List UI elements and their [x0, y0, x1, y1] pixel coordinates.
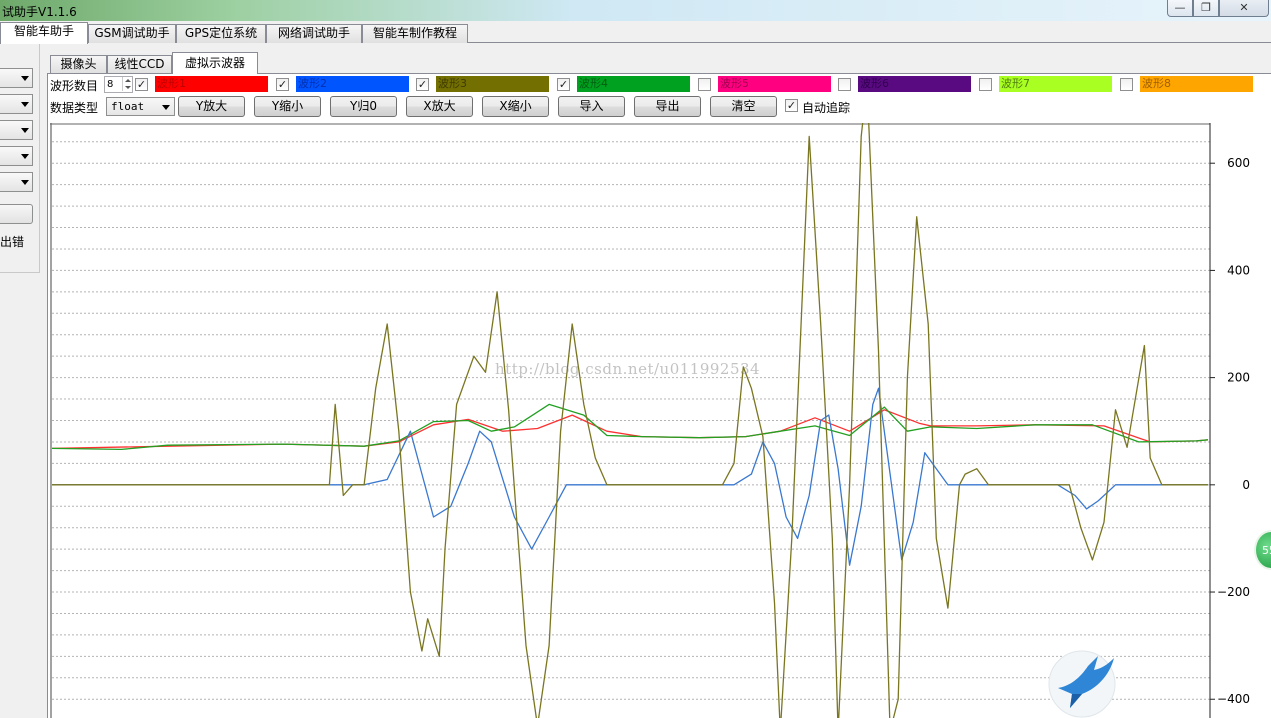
chevron-down-icon: [21, 154, 29, 159]
wave-count-stepper[interactable]: 8: [104, 76, 133, 93]
y-reset-button[interactable]: Y归0: [330, 96, 397, 117]
export-button[interactable]: 导出: [634, 96, 701, 117]
left-select-2[interactable]: [0, 94, 33, 114]
auto-track-checkbox[interactable]: ✓: [785, 99, 798, 112]
clear-button[interactable]: 清空: [710, 96, 777, 117]
oscilloscope-chart[interactable]: 600 400 200 0 −200 −400: [50, 123, 1271, 718]
wave3-label: 波形3: [436, 76, 549, 92]
stepper-down-icon[interactable]: [122, 84, 132, 91]
chevron-down-icon: [21, 76, 29, 81]
chevron-down-icon: [21, 128, 29, 133]
wave8-label: 波形8: [1140, 76, 1253, 92]
y-tick-label: −400: [1217, 692, 1250, 706]
left-select-4[interactable]: [0, 146, 33, 166]
auto-track-label: 自动追踪: [802, 101, 851, 115]
tab-linear-ccd[interactable]: 线性CCD: [107, 55, 172, 73]
watermark-text: http://blog.csdn.net/u011992534: [495, 360, 761, 378]
wave5-checkbox[interactable]: [698, 78, 711, 91]
import-button[interactable]: 导入: [558, 96, 625, 117]
x-zoom-out-button[interactable]: X缩小: [482, 96, 549, 117]
wave5-label: 波形5: [718, 76, 831, 92]
wave6-checkbox[interactable]: [838, 78, 851, 91]
chevron-down-icon: [21, 180, 29, 185]
title-bar: 试助手V1.1.6 — ❐ ✕: [0, 0, 1271, 21]
left-button[interactable]: [0, 204, 33, 224]
wave7-label: 波形7: [999, 76, 1112, 92]
data-type-select[interactable]: float: [106, 97, 175, 116]
left-select-3[interactable]: [0, 120, 33, 140]
tab-network[interactable]: 网络调试助手: [266, 24, 362, 43]
tab-gps[interactable]: GPS定位系统: [176, 24, 266, 43]
x-zoom-in-button[interactable]: X放大: [406, 96, 473, 117]
main-tabbar: 智能车助手 GSM调试助手 GPS定位系统 网络调试助手 智能车制作教程: [0, 22, 1271, 44]
stepper-up-icon[interactable]: [122, 77, 132, 84]
tab-tutorial[interactable]: 智能车制作教程: [362, 24, 468, 43]
wave1-checkbox[interactable]: ✓: [135, 78, 148, 91]
tab-smartcar[interactable]: 智能车助手: [0, 22, 88, 44]
wave3-checkbox[interactable]: ✓: [416, 78, 429, 91]
left-select-5[interactable]: [0, 172, 33, 192]
window-title: 试助手V1.1.6: [2, 5, 77, 19]
wave-count-label: 波形数目: [50, 79, 99, 93]
y-tick-label: 200: [1227, 371, 1250, 385]
tab-gsm[interactable]: GSM调试助手: [88, 24, 176, 43]
tab-camera[interactable]: 摄像头: [50, 55, 107, 73]
wave4-label: 波形4: [577, 76, 690, 92]
close-icon[interactable]: ✕: [1219, 0, 1269, 17]
wave2-label: 波形2: [296, 76, 409, 92]
data-type-label: 数据类型: [50, 101, 99, 115]
y-zoom-in-button[interactable]: Y放大: [178, 96, 245, 117]
wave6-label: 波形6: [858, 76, 971, 92]
wave-count-value: 8: [107, 79, 114, 90]
chevron-down-icon: [162, 105, 170, 110]
left-select-1[interactable]: [0, 68, 33, 88]
y-zoom-out-button[interactable]: Y缩小: [254, 96, 321, 117]
wave4-checkbox[interactable]: ✓: [557, 78, 570, 91]
wave1-label: 波形1: [155, 76, 268, 92]
wave8-checkbox[interactable]: [1120, 78, 1133, 91]
y-tick-label: 400: [1227, 263, 1250, 277]
bird-logo-icon: [1048, 650, 1116, 718]
minimize-icon[interactable]: —: [1167, 0, 1193, 17]
data-type-value: float: [111, 100, 145, 113]
y-tick-label: 600: [1227, 156, 1250, 170]
left-panel: 出错: [0, 43, 40, 273]
wave2-checkbox[interactable]: ✓: [276, 78, 289, 91]
wave7-checkbox[interactable]: [979, 78, 992, 91]
chevron-down-icon: [21, 102, 29, 107]
tab-oscilloscope[interactable]: 虚拟示波器: [172, 52, 258, 74]
restore-icon[interactable]: ❐: [1193, 0, 1219, 17]
left-status-text: 出错: [0, 235, 25, 249]
y-tick-label: −200: [1217, 585, 1250, 599]
y-tick-label: 0: [1242, 478, 1250, 492]
